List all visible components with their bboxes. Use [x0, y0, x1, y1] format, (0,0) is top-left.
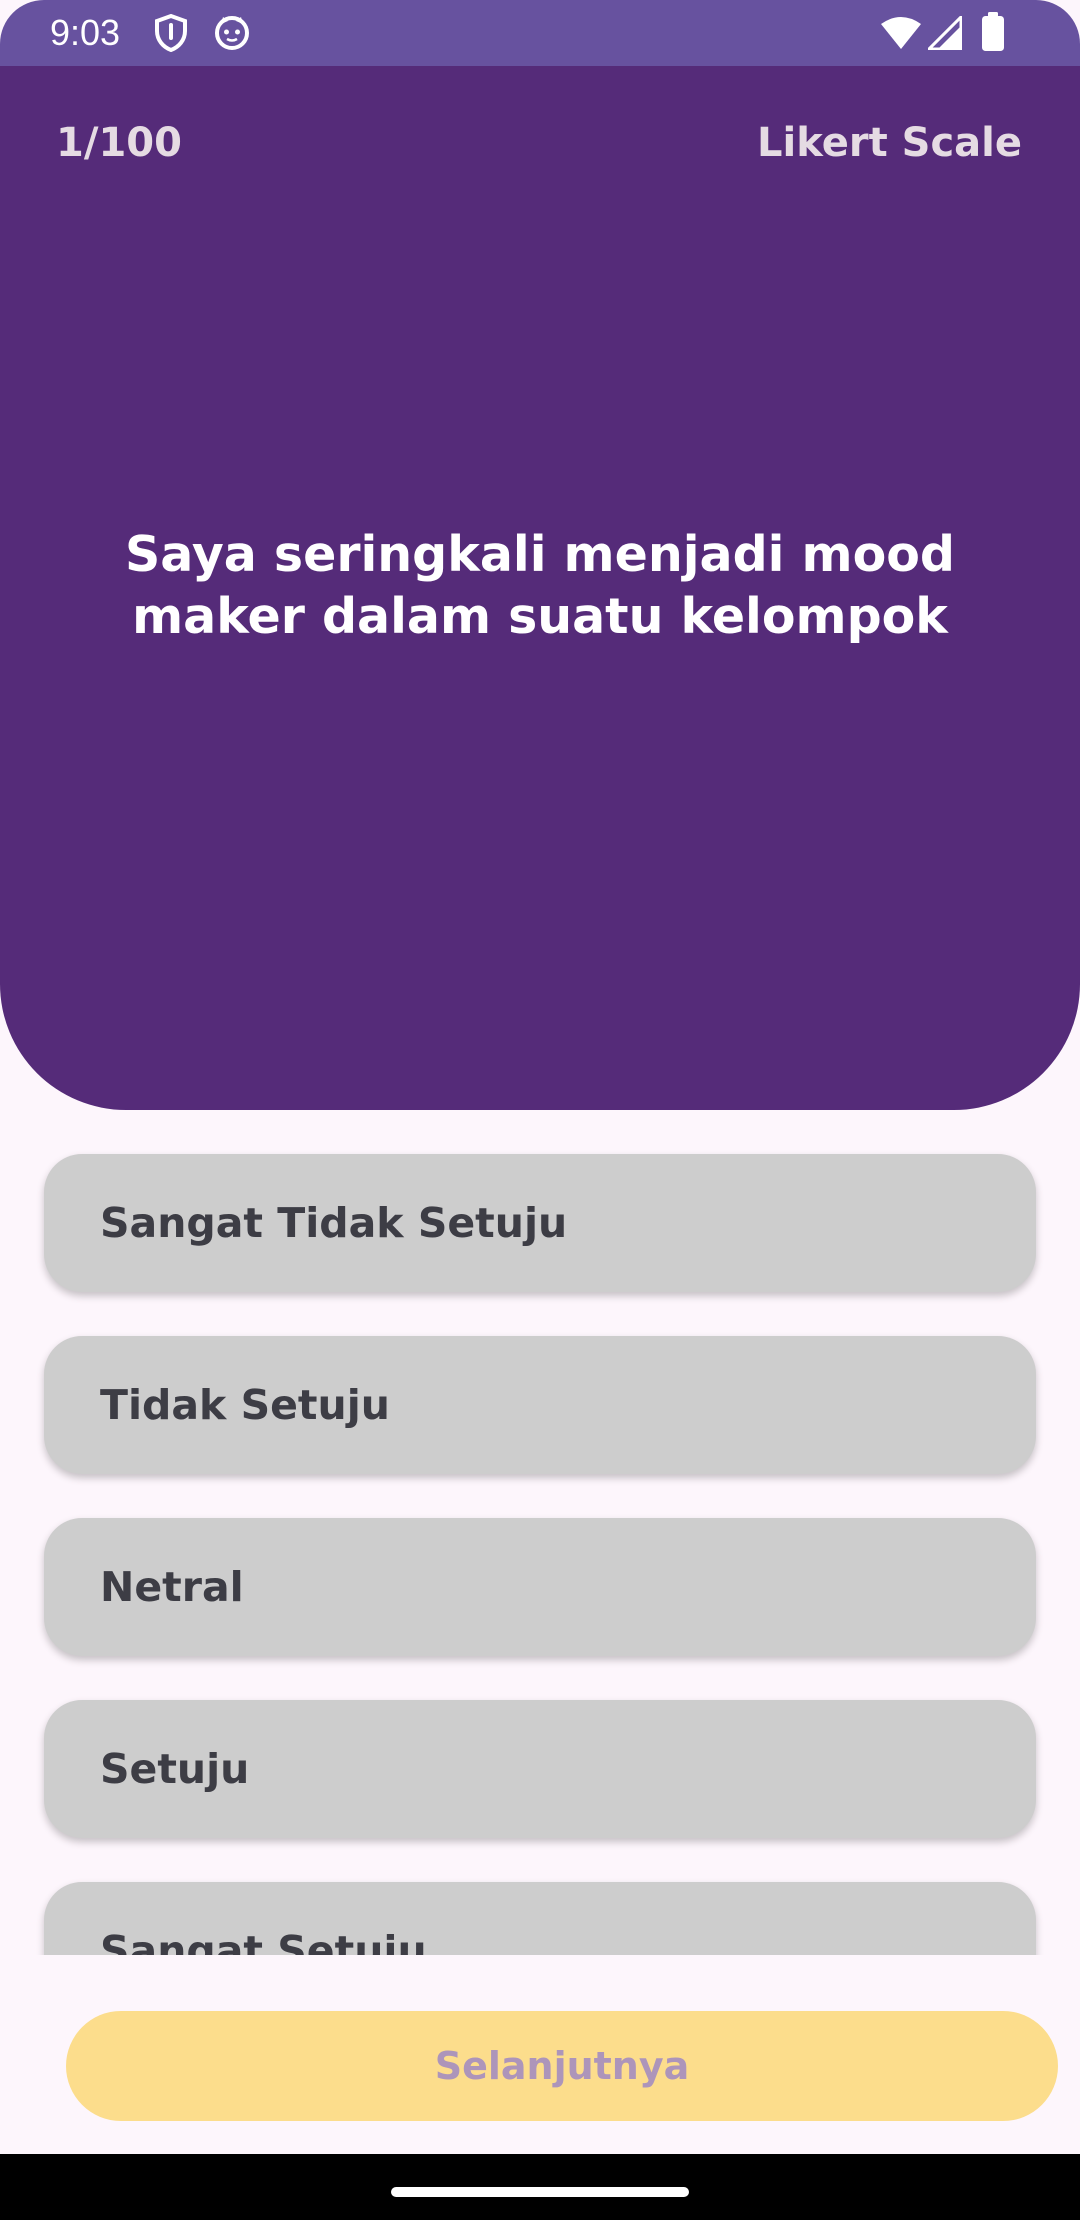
- shield-icon: [155, 14, 187, 52]
- question-type-label: Likert Scale: [757, 120, 1022, 166]
- option-sangat-tidak-setuju[interactable]: Sangat Tidak Setuju: [44, 1154, 1036, 1292]
- next-button[interactable]: Selanjutnya: [66, 2011, 1058, 2121]
- question-progress: 1/100: [56, 120, 182, 166]
- navigation-bar: [0, 2154, 1080, 2220]
- wifi-icon: [881, 17, 921, 49]
- status-bar: 9:03: [0, 0, 1080, 66]
- cat-face-icon: [215, 16, 249, 50]
- option-label: Sangat Setuju: [100, 1927, 427, 1955]
- option-label: Setuju: [100, 1745, 250, 1793]
- question-header: 1/100 Likert Scale Saya seringkali menja…: [0, 66, 1080, 1110]
- answer-options-list[interactable]: Sangat Tidak Setuju Tidak Setuju Netral …: [0, 1110, 1080, 1955]
- question-text: Saya seringkali menjadi mood maker dalam…: [125, 526, 955, 645]
- home-gesture-handle[interactable]: [391, 2187, 689, 2197]
- battery-icon: [982, 12, 1004, 51]
- option-label: Tidak Setuju: [100, 1381, 390, 1429]
- option-sangat-setuju[interactable]: Sangat Setuju: [44, 1882, 1036, 1955]
- cell-signal-icon: [928, 16, 962, 50]
- option-label: Sangat Tidak Setuju: [100, 1199, 568, 1247]
- option-netral[interactable]: Netral: [44, 1518, 1036, 1656]
- option-setuju[interactable]: Setuju: [44, 1700, 1036, 1838]
- status-time: 9:03: [50, 12, 121, 53]
- option-label: Netral: [100, 1563, 244, 1611]
- option-tidak-setuju[interactable]: Tidak Setuju: [44, 1336, 1036, 1474]
